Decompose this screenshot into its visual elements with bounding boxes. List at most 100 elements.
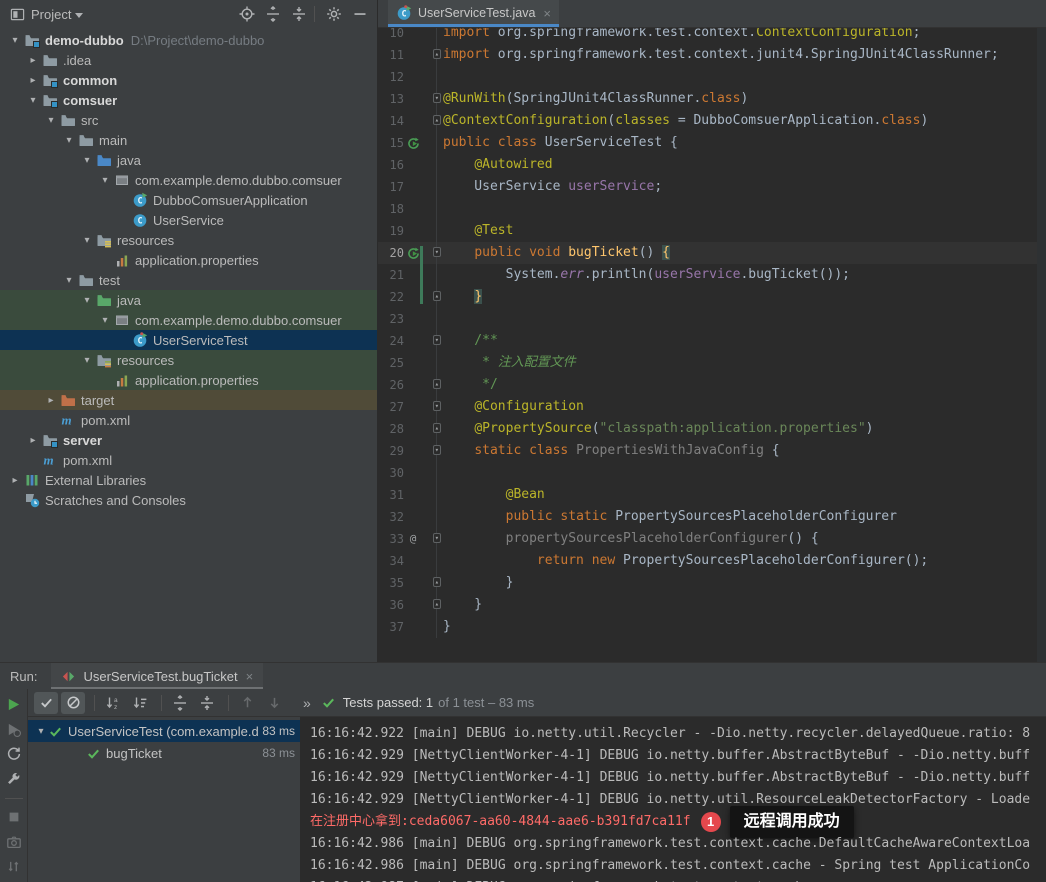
chevron-down-icon[interactable]: ▾: [78, 235, 96, 246]
expand-all-icon[interactable]: [262, 3, 284, 25]
tree-item-dubbocomsuerapplication[interactable]: CDubboComsuerApplication: [0, 190, 377, 210]
chevron-down-icon[interactable]: ▾: [78, 155, 96, 166]
tree-item-src[interactable]: ▾src: [0, 110, 377, 130]
gutter-spacer: [404, 418, 422, 440]
chevron-down-icon[interactable]: ▾: [42, 115, 60, 126]
fold-column: ▾: [422, 528, 436, 550]
tree-item-comsuer[interactable]: ▾comsuer: [0, 90, 377, 110]
line-number: 29: [378, 440, 404, 462]
tree-item-pom-xml[interactable]: mpom.xml: [0, 450, 377, 470]
select-opened-file-icon[interactable]: [236, 3, 258, 25]
tool-window-icon[interactable]: [10, 7, 25, 22]
chevron-down-icon[interactable]: ▾: [60, 275, 78, 286]
rerun-tests-button[interactable]: [3, 694, 25, 714]
show-ignored-button[interactable]: [61, 692, 85, 714]
run-test-gutter-icon[interactable]: [404, 132, 422, 154]
chevron-right-icon[interactable]: ▸: [24, 435, 42, 446]
chevron-down-icon[interactable]: ▾: [78, 355, 96, 366]
settings-icon[interactable]: [323, 3, 345, 25]
tree-item-com-example-demo-dubbo-comsuer[interactable]: ▾com.example.demo.dubbo.comsuer: [0, 310, 377, 330]
fold-end-icon[interactable]: ▴: [433, 577, 441, 587]
chevron-down-icon[interactable]: ▾: [96, 175, 114, 186]
folder-module-icon: [24, 32, 40, 48]
chevron-down-icon[interactable]: ▾: [60, 135, 78, 146]
editor-scrollbar[interactable]: [1037, 28, 1046, 662]
tree-item-label: UserService: [153, 213, 224, 228]
rerun-failed-tests-button[interactable]: [3, 719, 25, 739]
run-tab-bugticket[interactable]: UserServiceTest.bugTicket ×: [51, 663, 263, 689]
chevron-down-icon[interactable]: ▾: [96, 315, 114, 326]
sort-alphabetically-button[interactable]: az: [101, 692, 125, 714]
tree-item-scratches-and-consoles[interactable]: Scratches and Consoles: [0, 490, 377, 510]
tree-item-java[interactable]: ▾java: [0, 150, 377, 170]
toolbar-separator: [5, 798, 23, 799]
more-actions-icon[interactable]: »: [303, 695, 311, 711]
fold-start-icon[interactable]: ▾: [433, 247, 441, 257]
fold-end-icon[interactable]: ▴: [433, 291, 441, 301]
code-text: }: [436, 594, 1046, 616]
tree-item--idea[interactable]: ▸.idea: [0, 50, 377, 70]
chevron-down-icon[interactable]: [75, 13, 83, 18]
tree-item-java[interactable]: ▾java: [0, 290, 377, 310]
tree-item-application-properties[interactable]: application.properties: [0, 250, 377, 270]
close-icon[interactable]: ×: [246, 670, 254, 683]
fold-start-icon[interactable]: ▾: [433, 401, 441, 411]
tree-item-label: resources: [117, 353, 174, 368]
previous-occurrence-button[interactable]: [235, 692, 259, 714]
chevron-right-icon[interactable]: ▸: [42, 395, 60, 406]
chevron-down-icon[interactable]: ▾: [78, 295, 96, 306]
next-occurrence-button[interactable]: [262, 692, 286, 714]
svg-text:a: a: [114, 697, 118, 704]
tree-item-resources[interactable]: ▾resources: [0, 230, 377, 250]
chevron-down-icon[interactable]: ▾: [34, 726, 48, 737]
code-editor[interactable]: 10import org.springframework.test.contex…: [378, 22, 1046, 638]
fold-end-icon[interactable]: ▴: [433, 49, 441, 59]
svg-text:C: C: [137, 337, 142, 347]
fold-start-icon[interactable]: ▾: [433, 93, 441, 103]
tree-item-userservice[interactable]: CUserService: [0, 210, 377, 230]
fold-start-icon[interactable]: ▾: [433, 445, 441, 455]
hide-panel-icon[interactable]: [349, 3, 371, 25]
tree-item-common[interactable]: ▸common: [0, 70, 377, 90]
chevron-right-icon[interactable]: ▸: [6, 475, 24, 486]
expand-all-button[interactable]: [168, 692, 192, 714]
tree-item-target[interactable]: ▸ target: [0, 390, 377, 410]
fold-end-icon[interactable]: ▴: [433, 379, 441, 389]
tree-item-pom-xml[interactable]: mpom.xml: [0, 410, 377, 430]
fold-start-icon[interactable]: ▾: [433, 533, 441, 543]
collapse-all-button[interactable]: [195, 692, 219, 714]
tree-item-userservicetest[interactable]: CUserServiceTest: [0, 330, 377, 350]
tree-item-test[interactable]: ▾test: [0, 270, 377, 290]
tree-item-resources[interactable]: ▾ resources: [0, 350, 377, 370]
test-history-button[interactable]: [3, 857, 25, 877]
capture-snapshot-button[interactable]: [3, 832, 25, 852]
tree-item-external-libraries[interactable]: ▸External Libraries: [0, 470, 377, 490]
tree-item-com-example-demo-dubbo-comsuer[interactable]: ▾com.example.demo.dubbo.comsuer: [0, 170, 377, 190]
toggle-auto-test-button[interactable]: [3, 744, 25, 764]
tree-item-application-properties[interactable]: application.properties: [0, 370, 377, 390]
chevron-right-icon[interactable]: ▸: [24, 75, 42, 86]
chevron-down-icon[interactable]: ▾: [24, 95, 42, 106]
tree-item-demo-dubbo[interactable]: ▾demo-dubboD:\Project\demo-dubbo: [0, 30, 377, 50]
test-result-userservicetest[interactable]: ▾UserServiceTest (com.example.de83 ms: [28, 720, 300, 742]
close-icon[interactable]: ×: [543, 7, 551, 20]
build-button[interactable]: [3, 769, 25, 789]
chevron-right-icon[interactable]: ▸: [24, 55, 42, 66]
test-result-bugticket[interactable]: bugTicket83 ms: [28, 742, 300, 764]
fold-start-icon[interactable]: ▾: [433, 335, 441, 345]
fold-end-icon[interactable]: ▴: [433, 423, 441, 433]
editor-tab-userservicetest[interactable]: C UserServiceTest.java ×: [388, 0, 559, 27]
chevron-down-icon[interactable]: ▾: [6, 35, 24, 46]
project-view-selector[interactable]: Project: [31, 7, 71, 22]
tree-item-label: target: [81, 393, 114, 408]
run-console[interactable]: 16:16:42.922 [main] DEBUG io.netty.util.…: [300, 717, 1046, 882]
sort-by-duration-button[interactable]: [128, 692, 152, 714]
stop-button[interactable]: [3, 807, 25, 827]
show-passed-button[interactable]: [34, 692, 58, 714]
collapse-all-icon[interactable]: [288, 3, 310, 25]
tree-item-main[interactable]: ▾main: [0, 130, 377, 150]
fold-end-icon[interactable]: ▴: [433, 115, 441, 125]
line-number: 25: [378, 352, 404, 374]
fold-end-icon[interactable]: ▴: [433, 599, 441, 609]
tree-item-server[interactable]: ▸server: [0, 430, 377, 450]
